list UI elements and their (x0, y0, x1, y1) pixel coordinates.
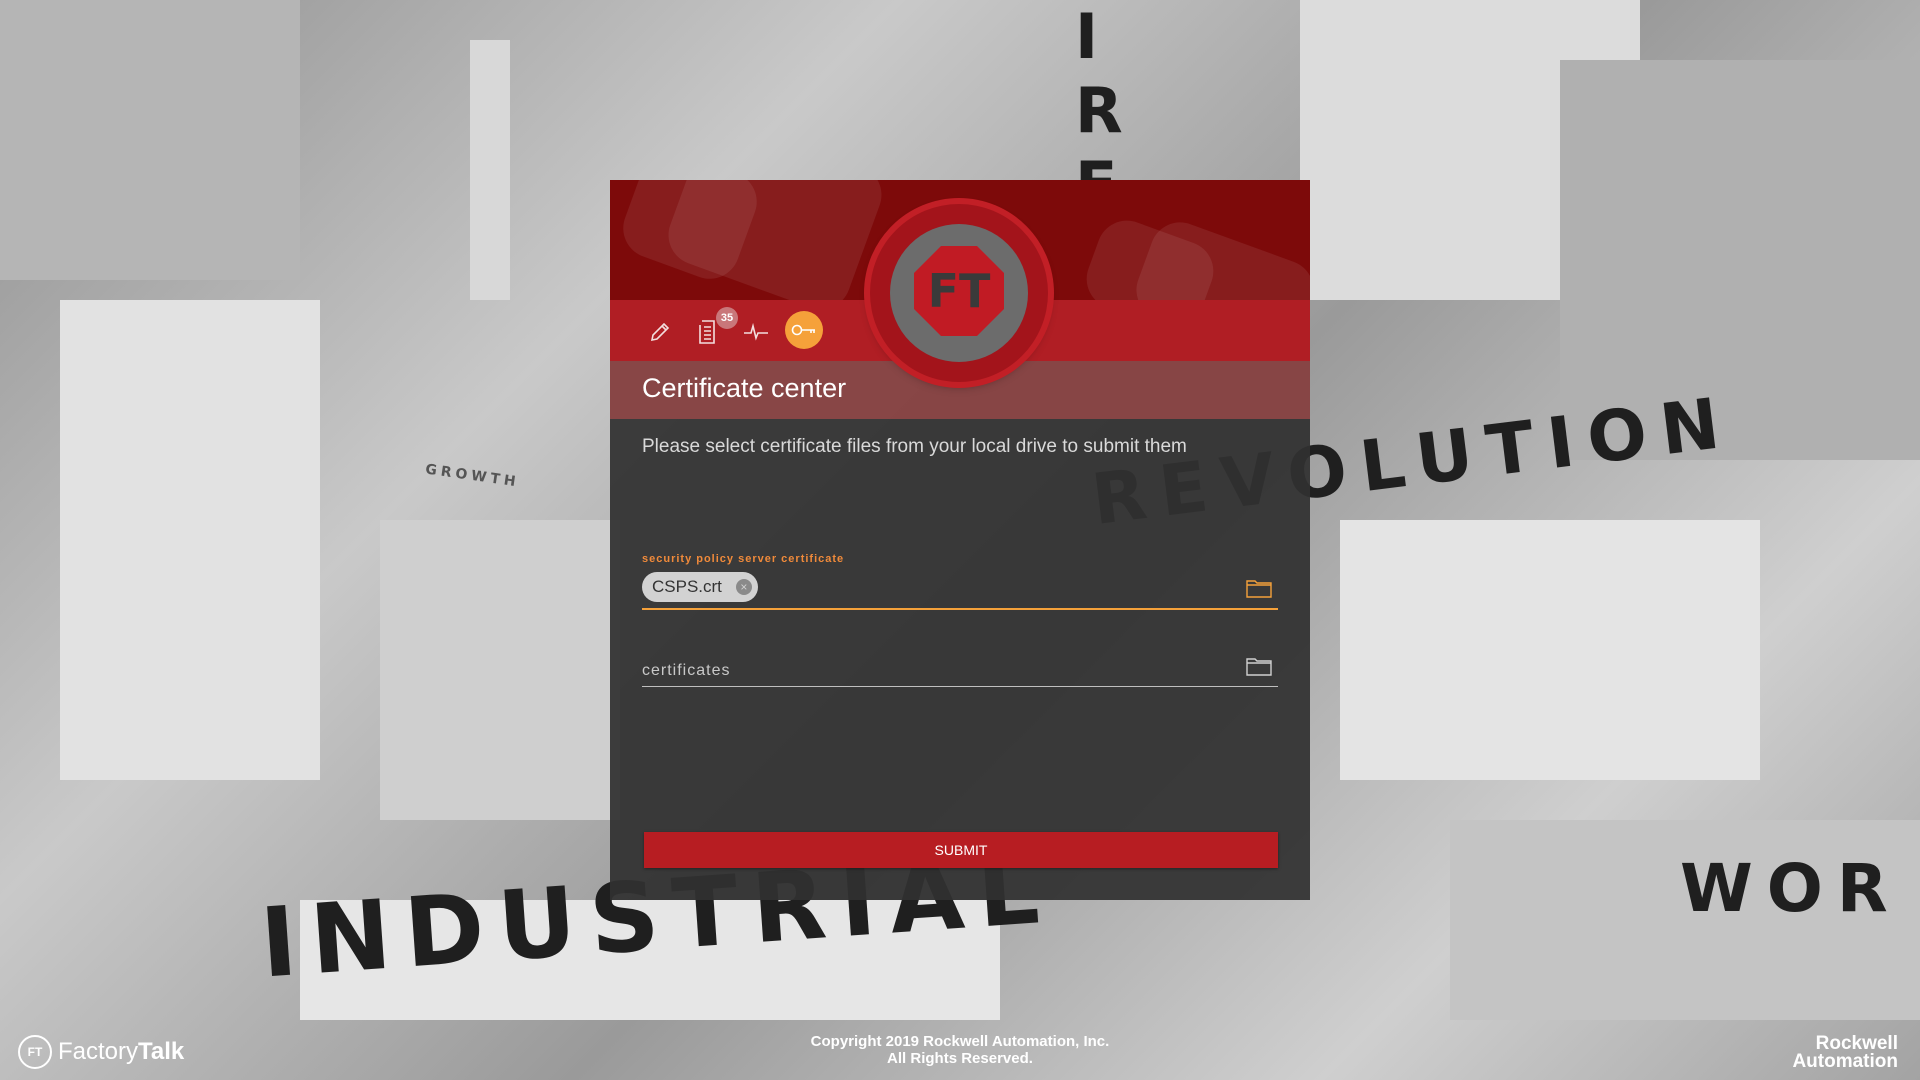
certificates-placeholder: certificates (642, 662, 731, 679)
security-certificate-label: security policy server certificate (642, 553, 845, 565)
certificate-dialog: Certificate center 35 FT Please select c… (610, 180, 1310, 900)
copyright-line2: All Rights Reserved. (887, 1050, 1033, 1067)
pencil-icon[interactable] (644, 316, 676, 348)
pulse-icon[interactable] (740, 316, 772, 348)
submit-button[interactable]: SUBMIT (644, 832, 1278, 868)
file-chip: CSPS.crt × (642, 572, 758, 602)
hex-decoration (660, 180, 890, 300)
security-certificate-field[interactable]: CSPS.crt × (642, 568, 1278, 610)
instruction-text: Please select certificate files from you… (642, 436, 1187, 457)
logo-text: FT (927, 264, 991, 318)
folder-icon[interactable] (1246, 578, 1272, 603)
remove-file-icon[interactable]: × (735, 579, 752, 595)
copyright-line1: Copyright 2019 Rockwell Automation, Inc. (810, 1033, 1110, 1050)
certificates-field[interactable]: certificates (642, 648, 1278, 687)
file-chip-label: CSPS.crt (652, 577, 722, 596)
bg-word-wor: WOR (1680, 850, 1902, 927)
bg-block (0, 0, 300, 280)
bg-word-growth: GROWTH (424, 461, 521, 491)
bg-tower (470, 40, 510, 300)
dialog-title: Certificate center (642, 373, 847, 403)
bg-block (1340, 520, 1760, 780)
company-line2: Automation (1792, 1051, 1898, 1072)
copyright: Copyright 2019 Rockwell Automation, Inc.… (0, 1033, 1920, 1067)
bg-block (60, 300, 320, 780)
logs-count-badge: 35 (716, 307, 738, 329)
factorytalk-logo: FT (870, 204, 1048, 382)
folder-icon[interactable] (1246, 656, 1272, 681)
rockwell-automation-logo: Rockwell Automation (1792, 1034, 1898, 1072)
hex-decoration (1128, 213, 1310, 300)
bg-block (380, 520, 620, 820)
key-icon[interactable] (785, 311, 823, 349)
